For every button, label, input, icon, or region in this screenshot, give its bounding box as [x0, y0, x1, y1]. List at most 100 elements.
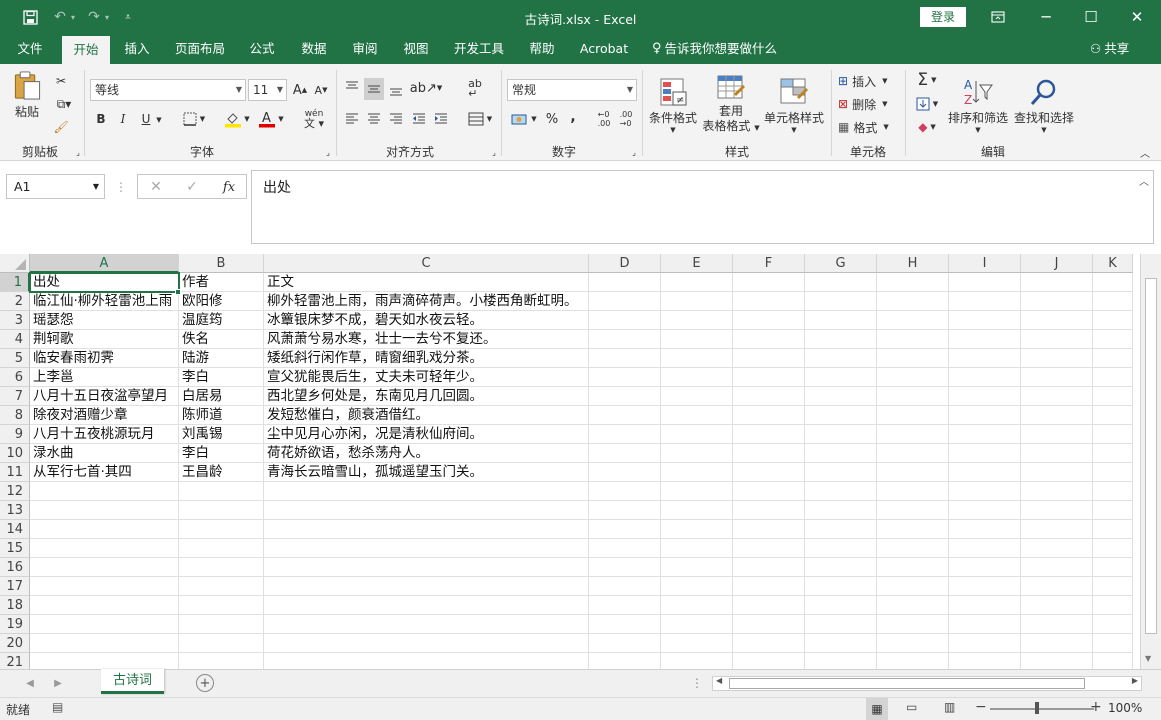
cell[interactable]	[949, 501, 1021, 520]
row-header[interactable]: 7	[0, 387, 30, 406]
paste-button[interactable]: 粘贴	[8, 70, 46, 120]
cell[interactable]	[1093, 273, 1133, 292]
cell[interactable]	[1093, 387, 1133, 406]
cell[interactable]	[589, 273, 661, 292]
find-select-button[interactable]: 查找和选择 ▼	[1013, 70, 1075, 140]
cell[interactable]	[733, 539, 805, 558]
row-header[interactable]: 18	[0, 596, 30, 615]
cell[interactable]	[661, 539, 733, 558]
cell[interactable]	[1021, 615, 1093, 634]
cell[interactable]: 荷花娇欲语，愁杀荡舟人。	[264, 444, 589, 463]
cell[interactable]	[877, 558, 949, 577]
increase-font-icon[interactable]: A ▲	[292, 81, 308, 99]
row-header[interactable]: 9	[0, 425, 30, 444]
column-header-e[interactable]: E	[661, 254, 733, 273]
page-break-view-icon[interactable]: ▥	[944, 700, 955, 714]
cell[interactable]	[1021, 501, 1093, 520]
cell[interactable]	[30, 501, 179, 520]
cell[interactable]	[877, 634, 949, 653]
align-center-icon[interactable]	[365, 110, 383, 128]
cell[interactable]	[264, 558, 589, 577]
cell[interactable]	[949, 577, 1021, 596]
cell[interactable]	[733, 368, 805, 387]
cell[interactable]: 青海长云暗雪山，孤城遥望玉门关。	[264, 463, 589, 482]
cell[interactable]	[1021, 444, 1093, 463]
cell[interactable]	[1093, 501, 1133, 520]
cell[interactable]	[264, 539, 589, 558]
fill-handle[interactable]	[175, 289, 181, 295]
cell[interactable]	[1093, 330, 1133, 349]
cell[interactable]	[949, 596, 1021, 615]
row-header[interactable]: 6	[0, 368, 30, 387]
tab-home[interactable]: 开始	[62, 36, 110, 64]
cell[interactable]	[805, 311, 877, 330]
cell[interactable]	[949, 539, 1021, 558]
cell[interactable]	[733, 615, 805, 634]
cell[interactable]: 八月十五日夜湓亭望月	[30, 387, 179, 406]
cell[interactable]	[949, 406, 1021, 425]
cell[interactable]	[179, 634, 264, 653]
cell[interactable]	[949, 463, 1021, 482]
collapse-formula-bar-icon[interactable]: ︿	[1139, 173, 1149, 188]
page-layout-view-icon[interactable]: ▭	[906, 700, 917, 714]
row-header[interactable]: 4	[0, 330, 30, 349]
cell[interactable]	[589, 520, 661, 539]
italic-button[interactable]: I	[116, 110, 130, 128]
cell[interactable]	[589, 501, 661, 520]
zoom-out-icon[interactable]: −	[975, 699, 987, 715]
column-header-j[interactable]: J	[1021, 254, 1093, 273]
tab-review[interactable]: 审阅	[344, 34, 386, 64]
cell[interactable]	[805, 520, 877, 539]
underline-button[interactable]: U	[139, 110, 153, 128]
merge-center-icon[interactable]: ▼	[464, 110, 496, 128]
cell[interactable]	[1093, 463, 1133, 482]
fill-color-button[interactable]: ▼	[222, 108, 252, 130]
cell[interactable]	[733, 463, 805, 482]
cell[interactable]	[805, 387, 877, 406]
tab-insert[interactable]: 插入	[116, 34, 158, 64]
name-box[interactable]: A1 ▼	[6, 174, 105, 199]
cell[interactable]	[1021, 558, 1093, 577]
cell[interactable]	[30, 482, 179, 501]
column-header-d[interactable]: D	[589, 254, 661, 273]
increase-indent-icon[interactable]	[432, 110, 450, 128]
cell[interactable]	[30, 520, 179, 539]
cell[interactable]	[30, 577, 179, 596]
cell[interactable]: 八月十五夜桃源玩月	[30, 425, 179, 444]
cell[interactable]	[589, 444, 661, 463]
percent-button[interactable]: %	[543, 110, 561, 128]
cell[interactable]	[877, 273, 949, 292]
cell[interactable]: 西北望乡何处是，东南见月几回圆。	[264, 387, 589, 406]
cell[interactable]	[877, 311, 949, 330]
cell[interactable]	[1093, 539, 1133, 558]
row-header[interactable]: 10	[0, 444, 30, 463]
cell[interactable]: 临安春雨初霁	[30, 349, 179, 368]
cell[interactable]	[877, 330, 949, 349]
cell[interactable]: 欧阳修	[179, 292, 264, 311]
cell[interactable]	[589, 368, 661, 387]
cell[interactable]	[733, 349, 805, 368]
cell[interactable]	[877, 368, 949, 387]
cell[interactable]	[733, 387, 805, 406]
cell[interactable]	[1093, 292, 1133, 311]
cell[interactable]	[179, 520, 264, 539]
cell[interactable]	[1021, 330, 1093, 349]
cell[interactable]	[661, 387, 733, 406]
cut-icon[interactable]: ✂	[51, 72, 71, 90]
cell[interactable]	[30, 558, 179, 577]
vertical-scroll-thumb[interactable]	[1145, 278, 1157, 634]
cell[interactable]	[661, 463, 733, 482]
comma-button[interactable]: ,	[566, 108, 580, 126]
prev-sheet-icon[interactable]: ◀	[24, 676, 36, 690]
increase-decimal-icon[interactable]: ←0.00	[594, 108, 614, 130]
cell[interactable]	[733, 444, 805, 463]
worksheet-grid[interactable]: ABCDEFGHIJK 1 2 3 4 5 6 7 8 9 10 11 12 13 14 15 16 17 18 1…	[0, 254, 1161, 672]
row-header[interactable]: 12	[0, 482, 30, 501]
cell[interactable]	[877, 444, 949, 463]
cell[interactable]	[949, 311, 1021, 330]
tab-file[interactable]: 文件	[8, 34, 52, 64]
zoom-slider[interactable]	[990, 702, 1094, 714]
cell[interactable]	[1021, 577, 1093, 596]
column-header-a[interactable]: A	[30, 254, 179, 273]
ribbon-display-icon[interactable]	[975, 0, 1021, 34]
